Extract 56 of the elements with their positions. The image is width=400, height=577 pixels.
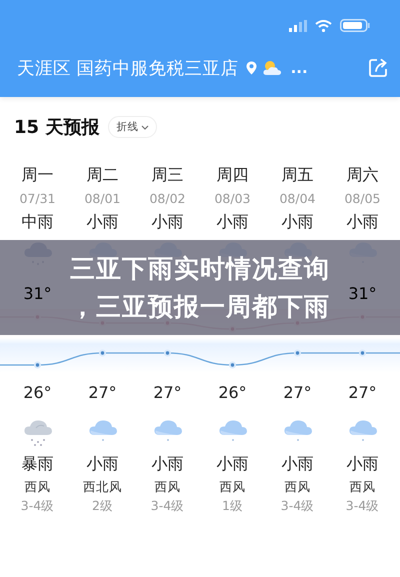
wind-direction: 西风	[220, 478, 246, 496]
forecast-title: 15 天预报	[14, 116, 100, 139]
sun-cloud-icon	[262, 60, 282, 76]
wind-level: 3-4级	[280, 498, 314, 514]
weather-condition: 小雨	[152, 212, 184, 232]
weekday-label: 周五	[282, 164, 314, 186]
wind-level: 3-4级	[20, 498, 54, 514]
date-label: 08/01	[84, 190, 121, 206]
weather-condition: 小雨	[86, 212, 118, 232]
weekday-label: 周一	[22, 164, 54, 186]
weather-condition: 小雨	[216, 212, 248, 232]
wind-level: 1级	[222, 498, 243, 514]
headline-text: ，三亚预报一周都下雨	[70, 290, 330, 322]
weekday-label: 周三	[152, 164, 184, 186]
weather-condition: 小雨	[282, 454, 314, 474]
weather-condition: 小雨	[346, 212, 378, 232]
wind-level: 3-4级	[346, 498, 380, 514]
wind-direction: 西风	[24, 478, 50, 496]
low-temperature: 27°	[153, 382, 182, 402]
weather-condition: 小雨	[282, 212, 314, 232]
weather-condition: 小雨	[216, 454, 248, 474]
wind-direction: 西风	[154, 478, 180, 496]
wind-direction: 西北风	[83, 478, 122, 496]
date-label: 08/04	[279, 190, 316, 206]
weekday-label: 周六	[346, 164, 378, 186]
date-label: 08/03	[214, 190, 251, 206]
weather-condition: 小雨	[152, 454, 184, 474]
headline-text: 三亚下雨实时情况查询	[70, 252, 330, 284]
share-icon	[368, 58, 388, 78]
weather-condition: 暴雨	[22, 454, 54, 474]
low-temperature: 26°	[23, 382, 52, 402]
weather-condition: 中雨	[22, 212, 54, 232]
date-label: 08/02	[149, 190, 186, 206]
chevron-down-icon	[141, 124, 150, 130]
weather-condition: 小雨	[346, 454, 378, 474]
low-temperature: 27°	[283, 382, 312, 402]
battery-icon	[340, 19, 370, 32]
wifi-icon	[315, 20, 332, 32]
low-temperature: 27°	[88, 382, 117, 402]
low-temperature: 26°	[218, 382, 247, 402]
weekday-label: 周二	[86, 164, 118, 186]
high-temperature: 31°	[348, 284, 377, 303]
location-pin-icon	[246, 61, 257, 75]
low-temperature: 27°	[348, 382, 377, 402]
weather-condition: 小雨	[86, 454, 118, 474]
date-label: 08/05	[344, 190, 381, 206]
location-title: 天涯区 国药中服免税三亚店	[17, 58, 239, 80]
chart-mode-dropdown[interactable]: 折线	[108, 116, 158, 138]
wind-direction: 西风	[350, 478, 376, 496]
wind-level: 3-4级	[150, 498, 184, 514]
date-label: 07/31	[19, 190, 56, 206]
wind-direction: 西风	[284, 478, 310, 496]
weekday-label: 周四	[216, 164, 248, 186]
wind-level: 2级	[92, 498, 113, 514]
signal-icon	[289, 20, 307, 32]
high-temperature: 31°	[23, 284, 52, 303]
